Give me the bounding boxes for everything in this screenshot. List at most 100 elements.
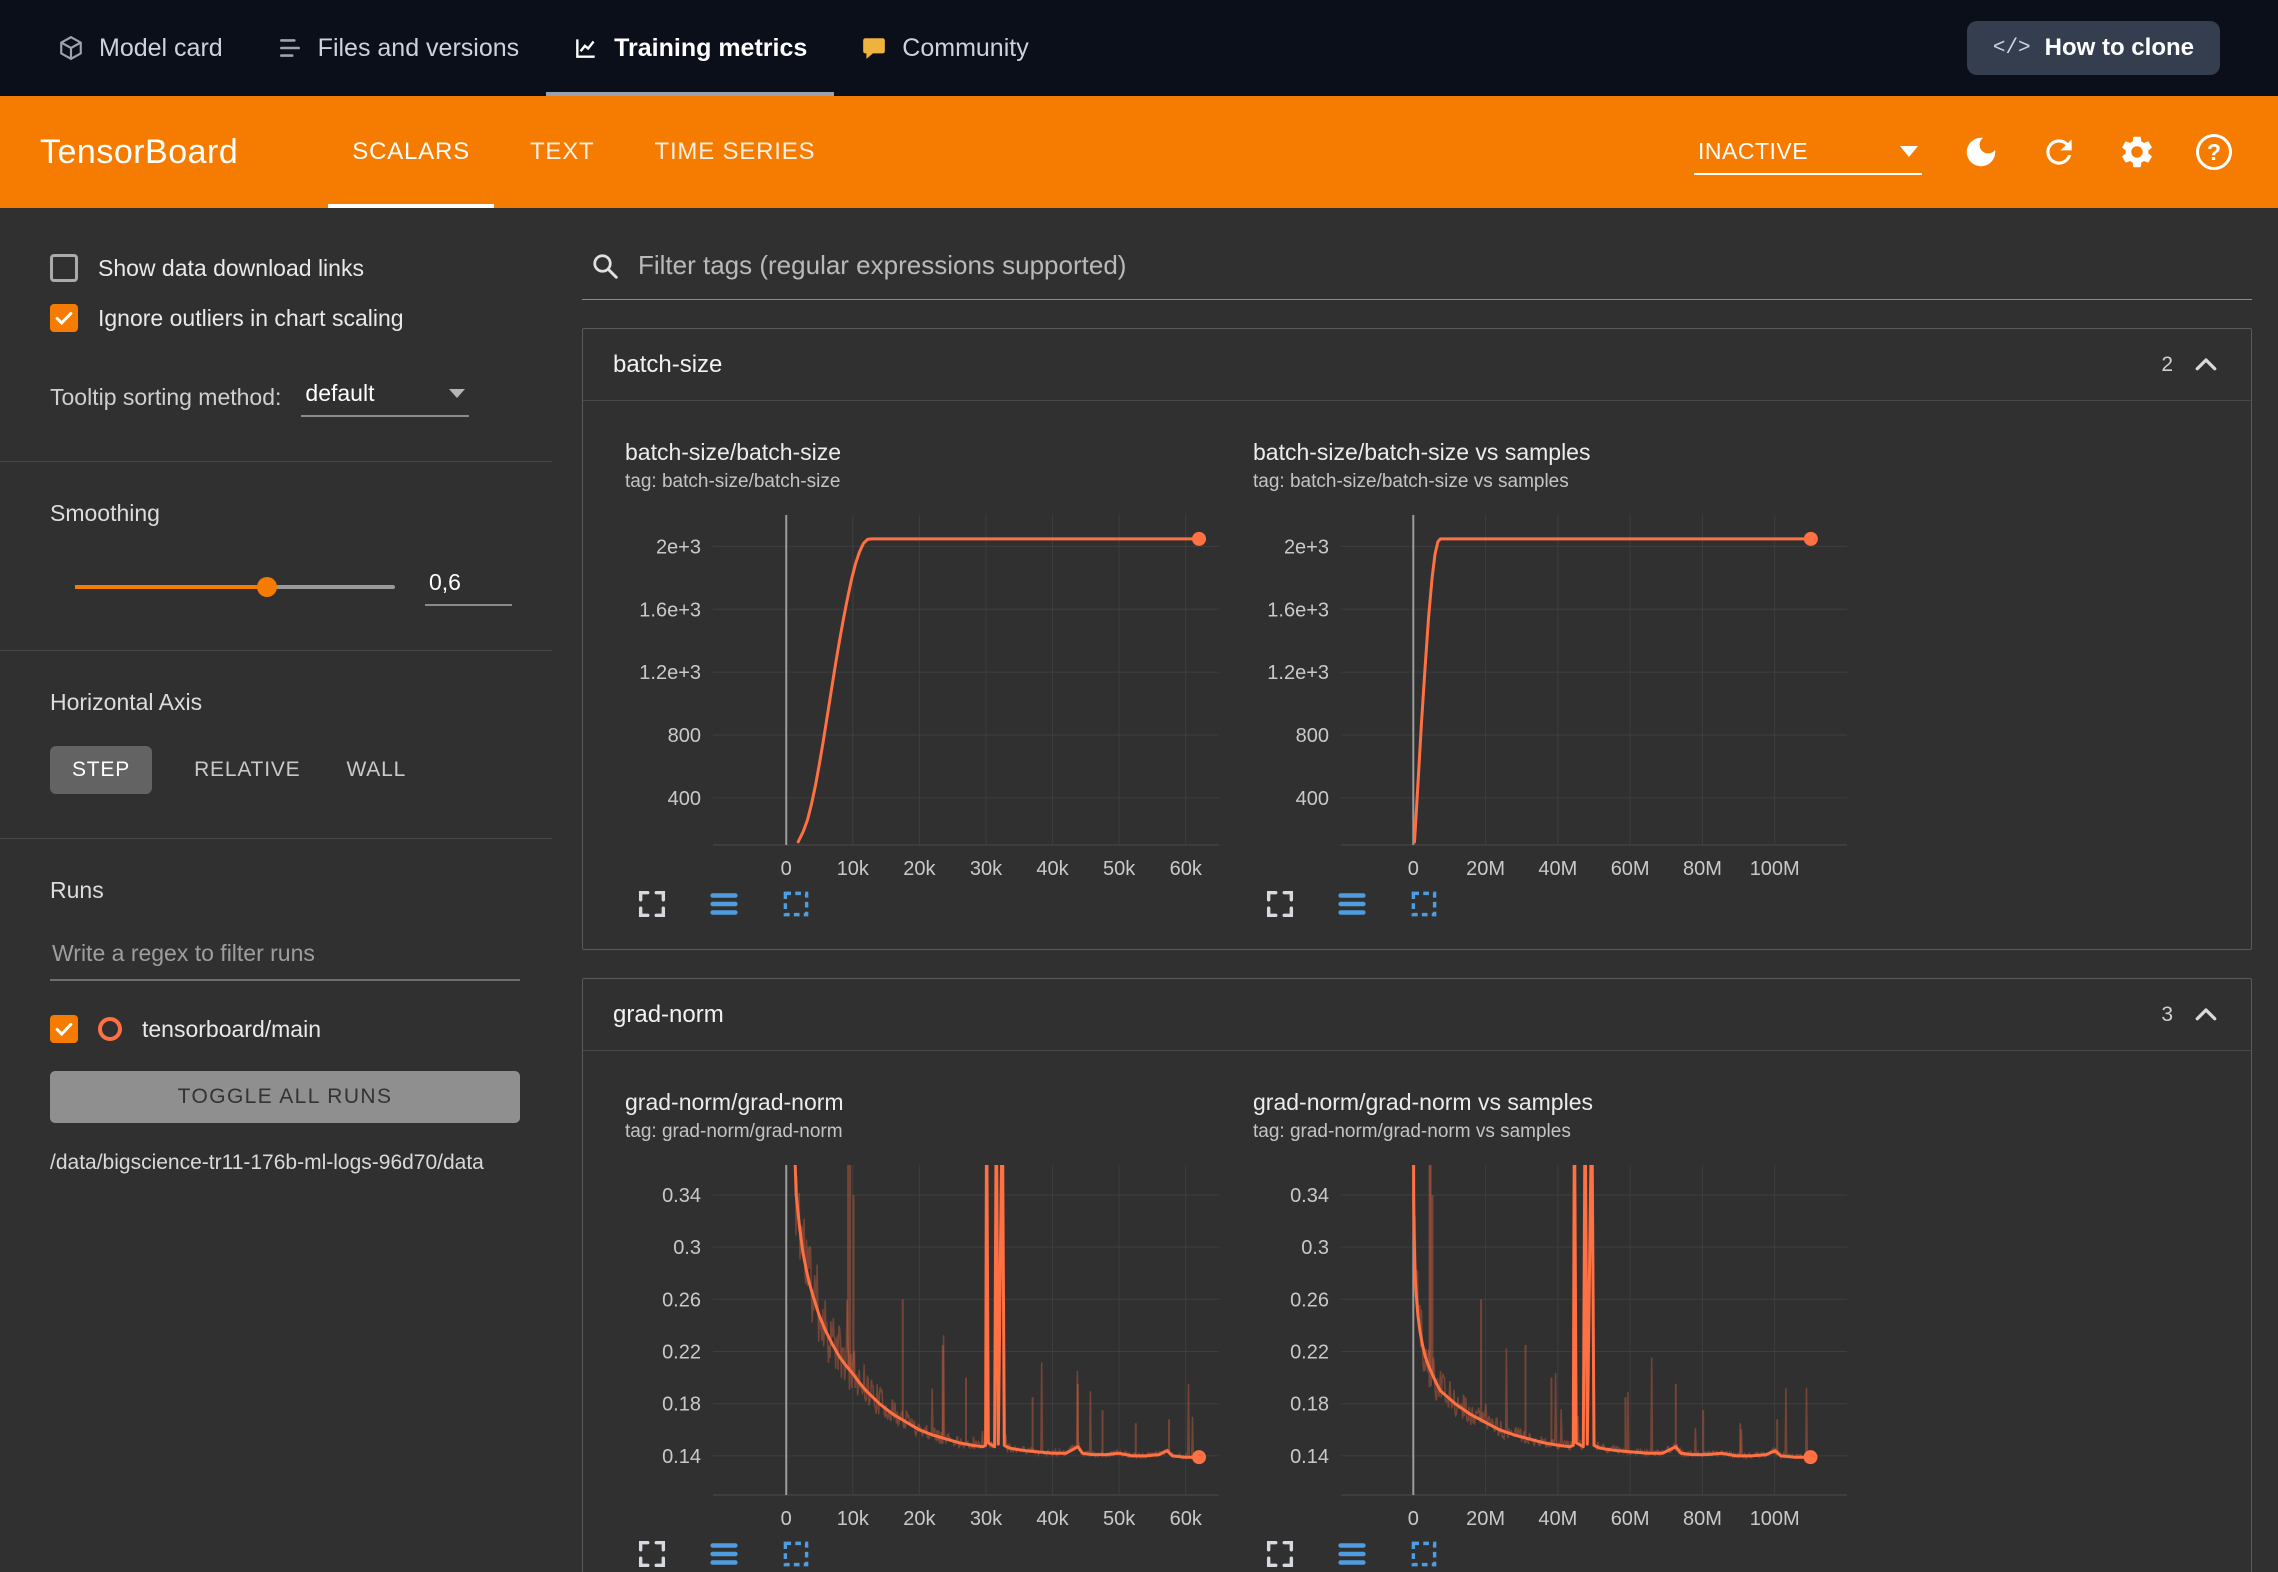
svg-text:0.14: 0.14 bbox=[662, 1446, 701, 1468]
collapse-chevron-icon[interactable] bbox=[2191, 350, 2221, 380]
run-status-value: INACTIVE bbox=[1698, 138, 1808, 165]
tab-scalars[interactable]: SCALARS bbox=[322, 96, 500, 208]
svg-text:40M: 40M bbox=[1538, 858, 1577, 879]
chevron-down-icon bbox=[449, 389, 465, 398]
tab-label: Model card bbox=[99, 34, 223, 63]
expand-chart-icon[interactable] bbox=[1263, 887, 1297, 921]
tab-text[interactable]: TEXT bbox=[500, 96, 625, 208]
smoothing-label: Smoothing bbox=[50, 500, 512, 527]
search-icon bbox=[590, 251, 620, 281]
divider bbox=[0, 461, 552, 462]
tag-filter-input[interactable] bbox=[638, 250, 2244, 281]
card-header-controls: 2 bbox=[2161, 350, 2221, 380]
tooltip-sorting-label: Tooltip sorting method: bbox=[50, 384, 281, 417]
settings-gear-icon[interactable] bbox=[2118, 133, 2156, 171]
files-versions-icon bbox=[277, 35, 303, 61]
svg-text:60k: 60k bbox=[1170, 1508, 1203, 1529]
card-header[interactable]: grad-norm 3 bbox=[583, 979, 2251, 1051]
fit-domain-icon[interactable] bbox=[1407, 887, 1441, 921]
slider-thumb[interactable] bbox=[257, 577, 277, 597]
svg-text:0: 0 bbox=[781, 1508, 792, 1529]
svg-text:80M: 80M bbox=[1683, 1508, 1722, 1529]
data-table-icon[interactable] bbox=[1335, 1537, 1369, 1571]
toggle-all-runs-button[interactable]: TOGGLE ALL RUNS bbox=[50, 1071, 520, 1123]
help-icon[interactable]: ? bbox=[2196, 134, 2232, 170]
expand-chart-icon[interactable] bbox=[635, 1537, 669, 1571]
site-nav: Model card Files and versions Training m… bbox=[0, 0, 2278, 96]
svg-text:0: 0 bbox=[1408, 858, 1419, 879]
line-chart[interactable]: 0.140.180.220.260.30.34010k20k30k40k50k6… bbox=[625, 1157, 1237, 1529]
axis-wall-button[interactable]: WALL bbox=[342, 746, 410, 794]
runs-filter-input[interactable] bbox=[50, 936, 520, 981]
smoothing-value-input[interactable]: 0,6 bbox=[425, 567, 512, 606]
collapse-chevron-icon[interactable] bbox=[2191, 1000, 2221, 1030]
dark-mode-moon-icon[interactable] bbox=[1962, 133, 2000, 171]
svg-text:10k: 10k bbox=[837, 858, 870, 879]
svg-text:400: 400 bbox=[668, 788, 701, 810]
chart-tag: tag: grad-norm/grad-norm vs samples bbox=[1253, 1121, 1865, 1143]
svg-text:0.34: 0.34 bbox=[662, 1185, 701, 1207]
chart-title: batch-size/batch-size bbox=[625, 439, 1237, 466]
expand-chart-icon[interactable] bbox=[635, 887, 669, 921]
svg-text:40k: 40k bbox=[1036, 858, 1069, 879]
line-chart[interactable]: 0.140.180.220.260.30.34020M40M60M80M100M bbox=[1253, 1157, 1865, 1529]
tensorboard-tabs: SCALARS TEXT TIME SERIES bbox=[322, 96, 845, 208]
data-table-icon[interactable] bbox=[707, 887, 741, 921]
svg-text:0: 0 bbox=[1408, 1508, 1419, 1529]
fit-domain-icon[interactable] bbox=[779, 1537, 813, 1571]
svg-text:20M: 20M bbox=[1466, 858, 1505, 879]
line-chart[interactable]: 4008001.2e+31.6e+32e+3010k20k30k40k50k60… bbox=[625, 507, 1237, 879]
svg-text:800: 800 bbox=[1296, 725, 1329, 747]
run-row-tensorboard-main[interactable]: tensorboard/main bbox=[50, 1015, 512, 1043]
card-grad-norm: grad-norm 3 grad-norm/grad-norm tag: gra… bbox=[582, 978, 2252, 1572]
fit-domain-icon[interactable] bbox=[779, 887, 813, 921]
horizontal-axis-options: STEP RELATIVE WALL bbox=[50, 746, 512, 794]
how-to-clone-button[interactable]: </> How to clone bbox=[1967, 21, 2220, 75]
tag-filter-bar bbox=[582, 242, 2252, 300]
tensorboard-header: TensorBoard SCALARS TEXT TIME SERIES INA… bbox=[0, 96, 2278, 208]
svg-text:0.14: 0.14 bbox=[1290, 1446, 1329, 1468]
svg-text:0: 0 bbox=[781, 858, 792, 879]
axis-relative-button[interactable]: RELATIVE bbox=[190, 746, 304, 794]
code-icon: </> bbox=[1993, 37, 2031, 60]
tensorboard-logo: TensorBoard bbox=[40, 133, 238, 172]
tab-training-metrics[interactable]: Training metrics bbox=[546, 0, 834, 96]
svg-text:30k: 30k bbox=[970, 1508, 1003, 1529]
svg-text:80M: 80M bbox=[1683, 858, 1722, 879]
refresh-icon[interactable] bbox=[2040, 133, 2078, 171]
card-header[interactable]: batch-size 2 bbox=[583, 329, 2251, 401]
ignore-outliers-checkbox[interactable]: Ignore outliers in chart scaling bbox=[50, 304, 512, 332]
expand-chart-icon[interactable] bbox=[1263, 1537, 1297, 1571]
chart-count-badge: 3 bbox=[2161, 1003, 2173, 1027]
card-body: batch-size/batch-size tag: batch-size/ba… bbox=[583, 401, 2251, 949]
chart-title: batch-size/batch-size vs samples bbox=[1253, 439, 1865, 466]
smoothing-slider[interactable] bbox=[75, 585, 395, 589]
app-root: Model card Files and versions Training m… bbox=[0, 0, 2278, 1572]
svg-text:30k: 30k bbox=[970, 858, 1003, 879]
show-download-links-checkbox[interactable]: Show data download links bbox=[50, 254, 512, 282]
svg-text:40M: 40M bbox=[1538, 1508, 1577, 1529]
fit-domain-icon[interactable] bbox=[1407, 1537, 1441, 1571]
tooltip-sorting-value: default bbox=[305, 380, 374, 407]
chevron-down-icon bbox=[1900, 146, 1918, 157]
tab-time-series[interactable]: TIME SERIES bbox=[624, 96, 845, 208]
tab-files-and-versions[interactable]: Files and versions bbox=[250, 0, 546, 96]
run-checkbox-checked-icon[interactable] bbox=[50, 1015, 78, 1043]
run-color-swatch bbox=[98, 1017, 122, 1041]
svg-text:0.18: 0.18 bbox=[1290, 1394, 1329, 1416]
data-table-icon[interactable] bbox=[1335, 887, 1369, 921]
model-card-icon bbox=[58, 35, 84, 61]
tab-model-card[interactable]: Model card bbox=[58, 0, 250, 96]
chart-toolbar bbox=[1253, 887, 1865, 921]
svg-text:60M: 60M bbox=[1611, 858, 1650, 879]
svg-text:1.6e+3: 1.6e+3 bbox=[1267, 599, 1329, 621]
axis-step-button[interactable]: STEP bbox=[50, 746, 152, 794]
line-chart[interactable]: 4008001.2e+31.6e+32e+3020M40M60M80M100M bbox=[1253, 507, 1865, 879]
svg-text:40k: 40k bbox=[1036, 1508, 1069, 1529]
tab-community[interactable]: Community bbox=[834, 0, 1055, 96]
data-table-icon[interactable] bbox=[707, 1537, 741, 1571]
svg-text:0.18: 0.18 bbox=[662, 1394, 701, 1416]
tooltip-sorting-select[interactable]: default bbox=[301, 376, 469, 417]
card-batch-size: batch-size 2 batch-size/batch-size tag: … bbox=[582, 328, 2252, 950]
run-status-select[interactable]: INACTIVE bbox=[1694, 130, 1922, 175]
